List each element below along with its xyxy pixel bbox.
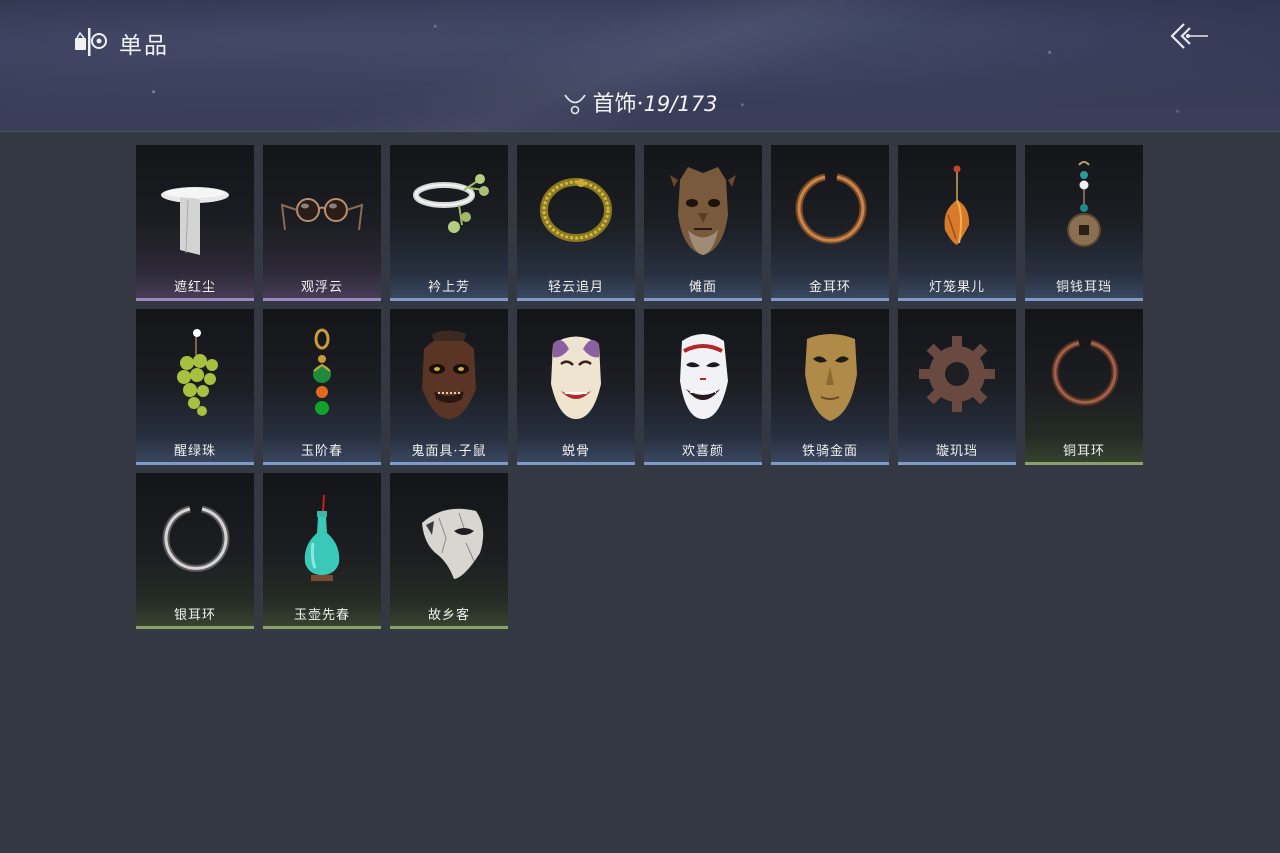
quality-bar (263, 462, 381, 465)
item-card[interactable]: 铜耳环 (1025, 309, 1143, 465)
silver-earring-icon (162, 505, 230, 572)
item-card[interactable]: 鬼面具·子鼠 (390, 309, 508, 465)
item-grid: 遮红尘 观浮云 衿上芳 轻云追月 傩面 金耳环 灯笼果儿 铜钱耳珰 醒绿珠 玉阶… (136, 145, 1143, 629)
green-grapes-icon (177, 329, 218, 416)
golden-mask-icon (805, 334, 857, 421)
item-label: 轻云追月 (547, 280, 604, 295)
round-glasses-icon (280, 198, 364, 231)
copper-earring-icon (1051, 339, 1119, 406)
item-card[interactable]: 铜钱耳珰 (1025, 145, 1143, 301)
header-banner: 单品 首饰·19/173 (0, 0, 1280, 132)
item-card[interactable]: 傩面 (644, 145, 762, 301)
item-label: 铜钱耳珰 (1055, 280, 1112, 295)
item-card[interactable]: 银耳环 (136, 473, 254, 629)
jade-vase-icon (304, 494, 340, 581)
quality-bar (136, 298, 254, 301)
gear-earring-icon (919, 336, 995, 412)
item-card[interactable]: 璇玑珰 (898, 309, 1016, 465)
item-label: 灯笼果儿 (928, 280, 985, 295)
item-card[interactable]: 衿上芳 (390, 145, 508, 301)
quality-bar (390, 298, 508, 301)
smiling-mask-icon (680, 334, 728, 419)
item-card[interactable]: 玉壶先春 (263, 473, 381, 629)
page-title: 单品 (119, 33, 169, 59)
wardrobe-logo-icon (75, 28, 107, 56)
item-card[interactable]: 金耳环 (771, 145, 889, 301)
quality-bar (644, 298, 762, 301)
item-label: 醒绿珠 (173, 444, 216, 459)
quality-bar (263, 626, 381, 629)
item-label: 傩面 (688, 280, 717, 295)
item-label: 鬼面具·子鼠 (411, 444, 487, 459)
collection-count: 19/173 (643, 92, 718, 116)
flower-ring-icon (413, 174, 489, 233)
item-card[interactable]: 欢喜颜 (644, 309, 762, 465)
item-label: 铜耳环 (1062, 444, 1105, 459)
item-label: 欢喜颜 (681, 444, 724, 459)
lantern-fruit-icon (944, 165, 970, 245)
item-card[interactable]: 灯笼果儿 (898, 145, 1016, 301)
item-card[interactable]: 铁骑金面 (771, 309, 889, 465)
quality-bar (390, 462, 508, 465)
item-label: 观浮云 (300, 280, 343, 295)
quality-bar (1025, 462, 1143, 465)
item-card[interactable]: 玉阶春 (263, 309, 381, 465)
quality-bar (390, 626, 508, 629)
quality-bar (771, 462, 889, 465)
quality-bar (644, 462, 762, 465)
coin-earring-icon (1067, 161, 1101, 247)
item-label: 金耳环 (808, 280, 851, 295)
category-separator: · (636, 92, 644, 117)
quality-bar (898, 298, 1016, 301)
necklace-icon (563, 94, 586, 115)
quality-bar (771, 298, 889, 301)
quality-bar (1025, 298, 1143, 301)
quality-bar (263, 298, 381, 301)
quality-bar (898, 462, 1016, 465)
category-header: 首饰·19/173 (0, 86, 1280, 118)
quality-bar (136, 462, 254, 465)
item-label: 衿上芳 (427, 280, 470, 295)
nuo-mask-icon (670, 167, 736, 255)
opera-mask-icon (551, 336, 601, 419)
item-label: 蜕骨 (561, 444, 590, 459)
item-label: 银耳环 (173, 608, 216, 623)
item-label: 玉壶先春 (293, 608, 350, 623)
item-label: 玉阶春 (300, 444, 343, 459)
item-label: 铁骑金面 (801, 444, 858, 459)
gold-bracelet-icon (540, 178, 612, 242)
item-card[interactable]: 醒绿珠 (136, 309, 254, 465)
item-card[interactable]: 轻云追月 (517, 145, 635, 301)
item-card[interactable]: 遮红尘 (136, 145, 254, 301)
quality-bar (136, 626, 254, 629)
jade-pendant-icon (313, 328, 331, 415)
item-card[interactable]: 蜕骨 (517, 309, 635, 465)
back-arrow-icon[interactable] (1166, 20, 1210, 52)
rat-mask-icon (422, 330, 476, 419)
white-cloth-band-icon (161, 187, 229, 255)
gold-earring-icon (795, 173, 867, 244)
quality-bar (517, 462, 635, 465)
category-name: 首饰 (592, 92, 637, 117)
item-label: 璇玑珰 (935, 444, 978, 459)
item-label: 故乡客 (427, 608, 470, 623)
quality-bar (517, 298, 635, 301)
item-label: 遮红尘 (173, 280, 216, 295)
broken-mask-icon (422, 508, 484, 579)
item-card[interactable]: 故乡客 (390, 473, 508, 629)
item-card[interactable]: 观浮云 (263, 145, 381, 301)
